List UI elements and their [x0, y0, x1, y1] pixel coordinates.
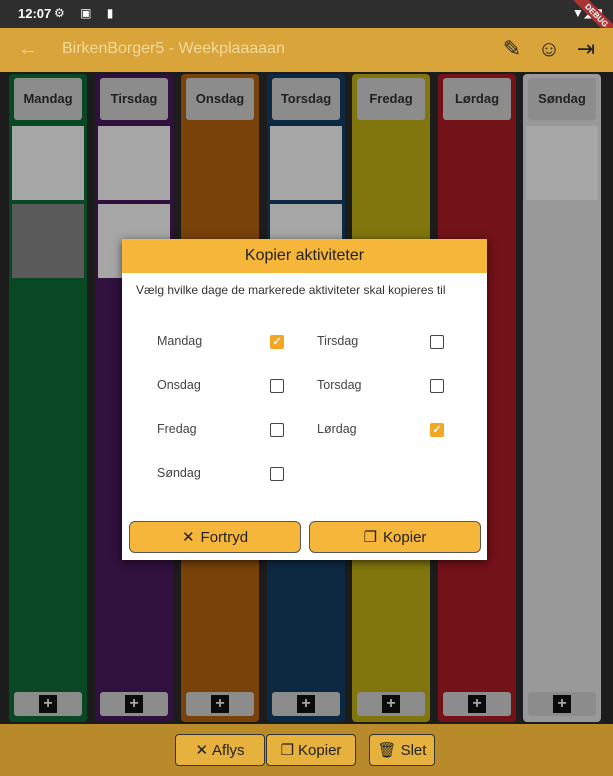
dialog-title: Kopier aktiviteter	[122, 239, 487, 273]
trash-icon: 🗑	[377, 742, 397, 759]
option-label-torsdag: Torsdag	[317, 378, 362, 392]
checkbox-lordag[interactable]: ✓	[430, 423, 444, 437]
close-icon: ✕	[181, 529, 195, 546]
checkbox-mandag[interactable]: ✓	[270, 335, 284, 349]
confirm-copy-button[interactable]: ❐ Kopier	[309, 521, 481, 553]
copy-icon: ❐	[280, 742, 295, 759]
option-label-onsdag: Onsdag	[157, 378, 201, 392]
checkbox-torsdag[interactable]	[430, 379, 444, 393]
option-label-lordag: Lørdag	[317, 422, 357, 436]
option-label-fredag: Fredag	[157, 422, 197, 436]
status-icons: ⚙ ▣ ▮	[54, 6, 120, 20]
cancel-dialog-button[interactable]: ✕ Fortryd	[129, 521, 301, 553]
checkbox-fredag[interactable]	[270, 423, 284, 437]
page-title: BirkenBorger5 - Weekplaaaaan	[62, 40, 285, 57]
copy-icon: ❐	[363, 529, 378, 546]
dialog-subtitle: Vælg hvilke dage de markerede aktivitete…	[136, 283, 446, 297]
cancel-button[interactable]: ✕ Aflys	[175, 734, 265, 766]
edit-icon[interactable]: ✎	[498, 36, 526, 64]
checkbox-sondag[interactable]	[270, 467, 284, 481]
option-label-mandag: Mandag	[157, 334, 203, 348]
close-icon: ✕	[195, 742, 209, 759]
user-icon[interactable]: ☺	[535, 36, 563, 64]
delete-button[interactable]: 🗑 Slet	[369, 734, 435, 766]
copy-button[interactable]: ❐ Kopier	[266, 734, 356, 766]
status-bar: 12:07 ⚙ ▣ ▮ ▼◢ ▮ DEBUG	[0, 0, 613, 51]
app-bar: ← BirkenBorger5 - Weekplaaaaan ✎ ☺ ⇥	[0, 28, 613, 72]
option-label-tirsdag: Tirsdag	[317, 334, 359, 348]
logout-icon[interactable]: ⇥	[572, 36, 600, 64]
copy-activities-dialog: Kopier aktiviteter Vælg hvilke dage de m…	[122, 239, 487, 560]
checkbox-tirsdag[interactable]	[430, 335, 444, 349]
back-arrow-icon[interactable]: ←	[18, 38, 38, 61]
status-time: 12:07	[18, 6, 52, 21]
option-label-sondag: Søndag	[157, 466, 201, 480]
checkbox-onsdag[interactable]	[270, 379, 284, 393]
